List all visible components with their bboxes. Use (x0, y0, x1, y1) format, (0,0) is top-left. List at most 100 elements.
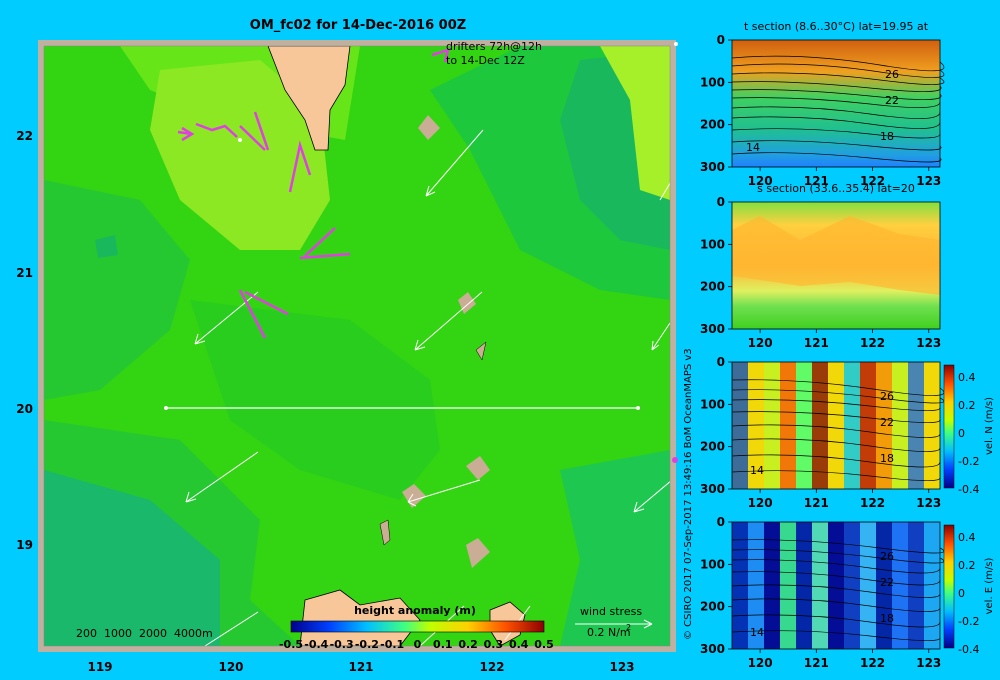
panel-y-tick: 0 (717, 355, 725, 369)
map-y-tick: 19 (16, 538, 33, 552)
panel-title: t section (8.6..30°C) lat=19.95 at (744, 20, 929, 33)
map-corner-marker (674, 42, 678, 46)
map-x-tick: 120 (218, 660, 243, 674)
panel-y-tick: 200 (700, 440, 725, 454)
vel-colorbar-tick: 0.2 (958, 399, 976, 412)
contour-label: 18 (880, 130, 894, 143)
velocity-stripe (764, 522, 780, 649)
panel-x-tick: 123 (916, 656, 941, 670)
panel-x-tick: 121 (804, 496, 829, 510)
panel-y-tick: 0 (717, 195, 725, 209)
drifters-label: drifters 72h@12h (446, 40, 542, 53)
panel-x-tick: 120 (748, 336, 773, 350)
panel-y-tick: 200 (700, 600, 725, 614)
contour-label: 14 (746, 141, 760, 154)
panel-y-tick: 100 (700, 75, 725, 89)
panel-y-tick: 200 (700, 118, 725, 132)
panel-y-tick: 0 (717, 515, 725, 529)
velocity-stripe (812, 522, 828, 649)
panel-x-tick: 120 (748, 656, 773, 670)
colorbar-title: height anomaly (m) (354, 604, 476, 617)
vel-colorbar-tick: -0.4 (958, 643, 979, 656)
colorbar-tick: 0 (414, 638, 422, 651)
contour-label: 26 (885, 68, 899, 81)
colorbar-tick: -0.4 (304, 638, 328, 651)
panel-y-tick: 200 (700, 280, 725, 294)
colorbar-tick: -0.3 (330, 638, 354, 651)
map-x-tick: 122 (479, 660, 504, 674)
vel-colorbar-tick: -0.2 (958, 455, 979, 468)
colorbar-label: vel. N (m/s) (984, 397, 995, 455)
panel-x-tick: 121 (804, 656, 829, 670)
section-latitude-marker (672, 457, 678, 463)
contour-label: 26 (880, 550, 894, 563)
vel-north-colorbar (943, 364, 955, 489)
map-y-ticks: 22 21 20 19 (16, 129, 33, 552)
vel-colorbar-tick: 0 (958, 587, 965, 600)
velocity-stripe (908, 362, 924, 489)
map-x-tick: 119 (87, 660, 112, 674)
colorbar-tick: 0.5 (534, 638, 554, 651)
vel-colorbar-tick: -0.4 (958, 483, 979, 496)
colorbar-tick: 0.3 (484, 638, 504, 651)
panel-x-tick: 122 (860, 656, 885, 670)
velocity-stripe (924, 362, 940, 489)
panel-y-tick: 300 (700, 160, 725, 174)
velocity-stripe (844, 362, 860, 489)
map-y-tick: 22 (16, 129, 33, 143)
colorbar-tick: 0.2 (458, 638, 478, 651)
panel-x-tick: 122 (860, 496, 885, 510)
panel-y-tick: 0 (717, 33, 725, 47)
panel-x-tick: 123 (916, 336, 941, 350)
velocity-stripe (828, 362, 844, 489)
map-y-tick: 20 (16, 402, 33, 416)
panel-y-tick: 100 (700, 557, 725, 571)
colorbar-tick: -0.1 (380, 638, 404, 651)
panel-x-tick: 120 (748, 496, 773, 510)
colorbar-tick: 0.1 (433, 638, 453, 651)
map-x-ticks: 119 120 121 122 123 (87, 660, 634, 674)
height-anomaly-field (44, 46, 670, 646)
panel-x-tick: 122 (860, 174, 885, 188)
wind-legend-label: wind stress (580, 605, 642, 618)
panel-title: s section (33.6..35.4) lat=20 (757, 182, 915, 195)
figure-title: OM_fc02 for 14-Dec-2016 00Z (250, 18, 466, 33)
vel-east-colorbar (943, 524, 955, 649)
contour-label: 14 (750, 626, 764, 639)
colorbar-tick: 0.4 (509, 638, 529, 651)
map-panel (38, 40, 676, 652)
velocity-stripe (812, 362, 828, 489)
colorbar-tick: -0.5 (279, 638, 303, 651)
velocity-stripe (828, 522, 844, 649)
salinity-section: s section (33.6..35.4) lat=20 (731, 182, 941, 330)
contour-label: 22 (880, 416, 894, 429)
vel-colorbar-tick: -0.2 (958, 615, 979, 628)
velocity-stripe (892, 362, 908, 489)
panel-x-tick: 121 (804, 336, 829, 350)
map-y-tick: 21 (16, 266, 33, 280)
velocity-stripe (764, 362, 780, 489)
wind-legend-scale: 0.2 N/m (587, 626, 631, 639)
map-x-tick: 123 (609, 660, 634, 674)
map-x-tick: 121 (348, 660, 373, 674)
vel-colorbar-tick: 0.4 (958, 371, 976, 384)
panel-x-tick: 121 (804, 174, 829, 188)
colorbar-label: vel. E (m/s) (984, 557, 995, 614)
panel-y-tick: 100 (700, 237, 725, 251)
vel-colorbar-tick: 0.4 (958, 531, 976, 544)
velocity-stripe (860, 522, 876, 649)
panel-y-tick: 100 (700, 397, 725, 411)
panel-x-tick: 123 (916, 174, 941, 188)
contour-label: 18 (880, 452, 894, 465)
velocity-east-section: 26 22 18 14 vel. E (m/s) (731, 521, 995, 650)
velocity-north-section: 26 22 18 14 vel. N (m/s) (731, 361, 995, 490)
velocity-stripe (908, 522, 924, 649)
panel-x-tick: 123 (916, 496, 941, 510)
velocity-stripe (924, 522, 940, 649)
contour-label: 18 (880, 612, 894, 625)
depth-legend: 200 1000 2000 4000m (76, 627, 213, 640)
contour-label: 22 (885, 94, 899, 107)
temperature-section: t section (8.6..30°C) lat=19.95 at 26 22… (731, 20, 945, 168)
panel-x-tick: 120 (748, 174, 773, 188)
contour-label: 22 (880, 576, 894, 589)
